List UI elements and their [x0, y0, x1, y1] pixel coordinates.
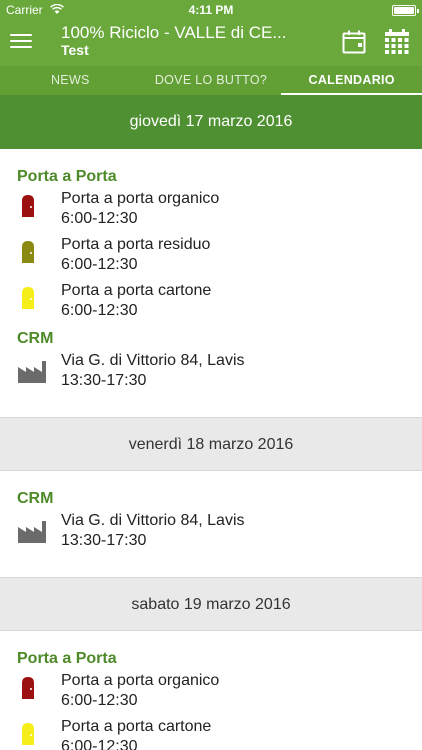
- day-card: Porta a Porta Porta a porta organico 6:00-…: [0, 631, 422, 750]
- entry-name: Porta a porta organico: [61, 672, 220, 689]
- collection-entry[interactable]: Porta a porta organico 6:00-12:30: [0, 671, 422, 717]
- app-title: 100% Riciclo - VALLE di CE...: [61, 23, 287, 42]
- entry-hours: 6:00-12:30: [61, 738, 138, 750]
- day-card: Porta a Porta Porta a porta organico 6:00-…: [0, 149, 422, 417]
- factory-icon: [18, 361, 46, 388]
- calendar-list[interactable]: giovedì 17 marzo 2016 Porta a Porta Porta …: [0, 95, 422, 750]
- entry-hours: 13:30-17:30: [61, 372, 147, 389]
- entry-name: Via G. di Vittorio 84, Lavis: [61, 352, 245, 369]
- status-bar: Carrier 4:11 PM: [0, 0, 422, 20]
- section-title: CRM: [17, 330, 54, 347]
- entry-name: Porta a porta cartone: [61, 282, 212, 299]
- entry-hours: 6:00-12:30: [61, 692, 138, 709]
- entry-hours: 13:30-17:30: [61, 532, 147, 549]
- app-subtitle: Test: [61, 42, 89, 58]
- tab-bar: NEWS DOVE LO BUTTO? CALENDARIO: [0, 66, 422, 95]
- door-icon-organico: [20, 195, 36, 222]
- calendar-grid-icon[interactable]: [385, 29, 409, 55]
- battery-icon: [392, 5, 419, 16]
- collection-entry[interactable]: Porta a porta cartone 6:00-12:30: [0, 717, 422, 750]
- entry-name: Porta a porta residuo: [61, 236, 211, 253]
- tab-dove-lo-butto[interactable]: DOVE LO BUTTO?: [141, 66, 282, 95]
- collection-entry[interactable]: Porta a porta organico 6:00-12:30: [0, 189, 422, 235]
- collection-entry[interactable]: Porta a porta residuo 6:00-12:30: [0, 235, 422, 281]
- clock: 4:11 PM: [188, 3, 234, 17]
- door-icon-cartone: [20, 287, 36, 314]
- tab-news[interactable]: NEWS: [0, 66, 141, 95]
- menu-icon[interactable]: [10, 32, 32, 50]
- collection-entry[interactable]: Porta a porta cartone 6:00-12:30: [0, 281, 422, 327]
- factory-icon: [18, 521, 46, 548]
- entry-hours: 6:00-12:30: [61, 302, 138, 319]
- entry-name: Via G. di Vittorio 84, Lavis: [61, 512, 245, 529]
- section-title: Porta a Porta: [17, 650, 117, 667]
- collection-entry[interactable]: Via G. di Vittorio 84, Lavis 13:30-17:30: [0, 511, 422, 557]
- collection-entry[interactable]: Via G. di Vittorio 84, Lavis 13:30-17:30: [0, 351, 422, 397]
- day-header: sabato 19 marzo 2016: [0, 577, 422, 631]
- section-title: CRM: [17, 490, 54, 507]
- entry-name: Porta a porta organico: [61, 190, 220, 207]
- day-header: giovedì 17 marzo 2016: [0, 95, 422, 149]
- door-icon-cartone: [20, 723, 36, 750]
- day-card: CRM Via G. di Vittorio 84, Lavis 13:30-17:…: [0, 471, 422, 577]
- door-icon-residuo: [20, 241, 36, 268]
- door-icon-organico: [20, 677, 36, 704]
- tab-calendario[interactable]: CALENDARIO: [281, 66, 422, 95]
- entry-hours: 6:00-12:30: [61, 256, 138, 273]
- calendar-icon[interactable]: [342, 30, 366, 54]
- day-header: venerdì 18 marzo 2016: [0, 417, 422, 471]
- entry-hours: 6:00-12:30: [61, 210, 138, 227]
- entry-name: Porta a porta cartone: [61, 718, 212, 735]
- app-header: 100% Riciclo - VALLE di CE... Test: [0, 20, 422, 66]
- section-title: Porta a Porta: [17, 168, 117, 185]
